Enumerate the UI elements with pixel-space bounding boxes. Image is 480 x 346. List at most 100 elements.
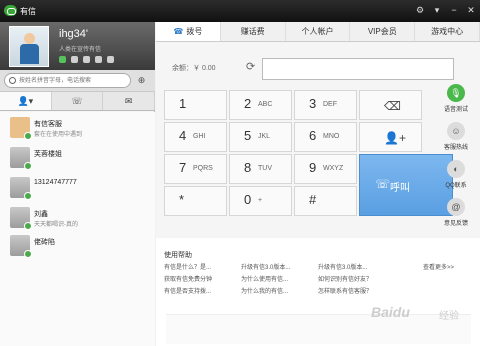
key-letters: MNO [323,133,340,140]
key-7[interactable]: 7 PQRS [164,154,227,184]
online-icon [24,192,32,200]
phone-icon: ☎ [173,27,184,36]
tab-messages[interactable]: ✉ [103,92,156,110]
settings-icon[interactable]: ⚙ [415,5,425,15]
contact-avatar [10,117,32,140]
key-letters: ABC [258,101,273,108]
help-link[interactable]: 为什么使用有信... [241,274,288,283]
list-item[interactable]: 芙蓉楼姐 [0,144,155,171]
dollar-icon[interactable] [83,56,90,63]
key-number: 6 [309,128,317,143]
key-9[interactable]: 9 WXYZ [294,154,357,184]
support-hotline-button[interactable]: ☺ 客服热线 [432,120,480,156]
keypad: 1 2 ABC 3 DEF ⌫ 4 GHI 5 JKL 6 MNO 👤+ 7 PQRS 8T… [164,90,453,238]
key-1[interactable]: 1 [164,90,227,120]
main-panel: ☎ 拨号 赚话费 个人帐户 VIP会员 游戏中心 余额：￥ 0.00 ⟳ 1 2A… [156,22,480,346]
dial-number-input[interactable] [262,58,454,80]
key-letters: PQRS [193,165,213,172]
key-star[interactable]: * [164,186,227,216]
contact-avatar [10,177,32,200]
key-number: 7 [179,160,187,175]
left-panel: ihg34' 人类在宣传有信 ⊕ 👤▾ ☏ ✉ [0,22,156,346]
key-number: 4 [179,128,187,143]
title-bar: 有信 ⚙ ▾ − ✕ [0,0,480,22]
list-item[interactable]: 刘鑫 天天都喝识-真的 [0,204,155,231]
online-icon [24,162,32,170]
user-icon[interactable] [71,56,78,63]
app-window: 有信 ⚙ ▾ − ✕ ihg34' 人类在宣传有信 按姓名拼音字母，电话搜索 ⊕… [0,0,480,346]
help-link[interactable]: 有信是否支持拨... [164,286,211,295]
feedback-icon: @ [447,198,465,216]
tab-dial[interactable]: ☎ 拨号 [156,22,221,41]
help-title: 使用帮助 [164,252,192,259]
add-contact-key[interactable]: 👤+ [359,122,422,152]
avatar-head [24,33,35,44]
key-4[interactable]: 4 GHI [164,122,227,152]
watermark-brand: Baidu [371,304,410,320]
key-5[interactable]: 5 JKL [229,122,292,152]
search-box [4,73,131,88]
avatar[interactable] [9,26,49,67]
key-number: 8 [244,160,252,175]
tab-call-log[interactable]: ☏ [52,92,104,110]
key-hash[interactable]: # [294,186,357,216]
profile-name[interactable]: ihg34' [59,28,88,40]
side-label: 语音测试 [443,107,468,113]
qq-icon: ◐ [447,160,465,178]
online-icon [24,132,32,140]
app-title: 有信 [20,7,36,16]
key-0[interactable]: 0 + [229,186,292,216]
minimize-icon[interactable]: − [449,5,459,15]
close-icon[interactable]: ✕ [466,5,476,15]
tab-vip[interactable]: VIP会员 [350,22,416,41]
voice-test-button[interactable]: 🎙 语音测试 [432,82,480,118]
help-link[interactable]: 升级有信3.0版本... [318,262,367,271]
key-3[interactable]: 3 DEF [294,90,357,120]
balance-text: 余额：￥ 0.00 [172,65,216,72]
more-help-link[interactable]: 查看更多>> [423,262,454,271]
help-link[interactable]: 获取有信免费分钟 [164,274,212,283]
list-item[interactable]: 13124747777 [0,174,155,201]
search-input[interactable] [19,75,127,86]
qq-contact-button[interactable]: ◐ QQ联系 [432,158,480,194]
profile-status[interactable]: 人类在宣传有信 [59,44,101,53]
feedback-button[interactable]: @ 意见反馈 [432,196,480,232]
backspace-button[interactable]: ⌫ [359,90,422,120]
avatar-body [20,44,39,64]
tab-games[interactable]: 游戏中心 [415,22,480,41]
contact-avatar [10,207,32,230]
phone-icon[interactable] [59,56,66,63]
tab-earn[interactable]: 赚话费 [221,22,286,41]
contact-list: 有信客服 套在在使用中遇到 芙蓉楼姐 13124747777 刘鑫 天天都喝识-… [0,112,155,346]
help-link[interactable]: 有信是什么？是... [164,262,211,271]
help-link[interactable]: 为什么我的有信... [241,286,288,295]
tab-contacts[interactable]: 👤▾ [0,92,52,110]
contact-name: 芙蓉楼姐 [34,151,62,158]
messages-icon: ✉ [124,96,133,106]
profile-header: ihg34' 人类在宣传有信 [0,22,155,70]
key-letters: JKL [258,133,271,140]
call-log-icon: ☏ [71,96,83,106]
menu-icon[interactable]: ▾ [432,5,442,15]
chat-icon[interactable] [95,56,102,63]
list-item[interactable]: 佬砖陷 [0,232,155,259]
key-8[interactable]: 8 TUV [229,154,292,184]
help-link[interactable]: 升级有信3.0版本... [241,262,290,271]
add-contact-button[interactable]: ⊕ [134,74,149,87]
backspace-icon: ⌫ [384,99,401,113]
key-letters: WXYZ [323,165,344,172]
help-link[interactable]: 如何识别有信好友？ [318,274,372,283]
key-letters: + [258,197,263,204]
side-label: QQ联系 [445,183,467,189]
key-2[interactable]: 2 ABC [229,90,292,120]
key-6[interactable]: 6 MNO [294,122,357,152]
refresh-icon[interactable]: ⟳ [246,60,255,73]
side-label: 客服热线 [443,145,468,151]
contact-name: 有信客服 [34,121,62,128]
help-link[interactable]: 怎样联系有信客服？ [318,286,372,295]
app-logo-icon [4,5,17,16]
list-item[interactable]: 有信客服 套在在使用中遇到 [0,114,155,141]
game-icon[interactable] [107,56,114,63]
tab-account[interactable]: 个人帐户 [286,22,351,41]
key-letters: GHI [193,133,206,140]
